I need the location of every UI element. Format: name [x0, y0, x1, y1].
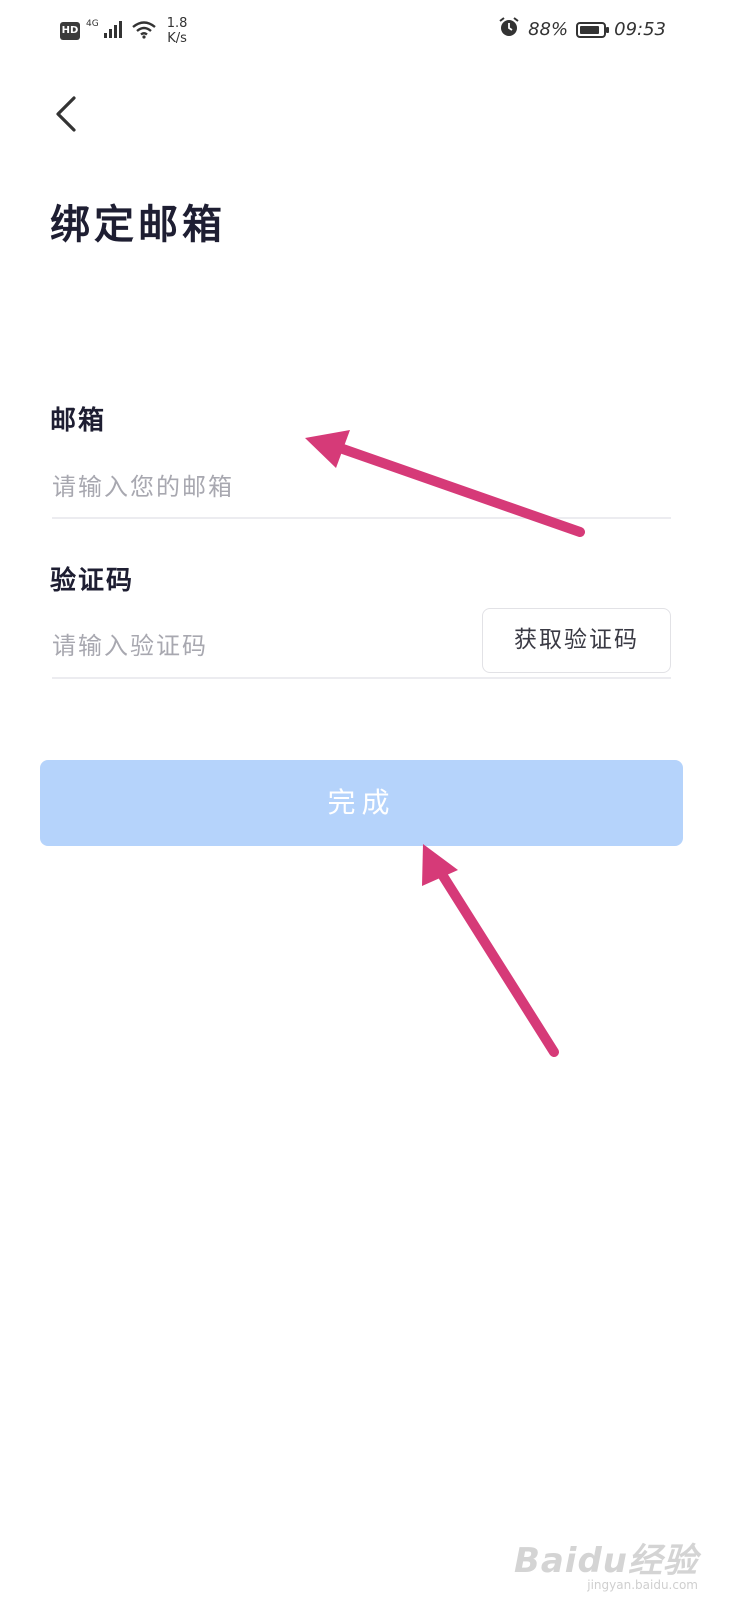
status-left: HD 4G 1.8 K/s: [60, 16, 187, 46]
status-bar: HD 4G 1.8 K/s 88% 09:53: [0, 0, 738, 56]
battery-fill: [580, 25, 600, 34]
alarm-icon: [498, 16, 520, 43]
get-code-button[interactable]: 获取验证码: [482, 608, 671, 673]
wifi-icon: [131, 19, 157, 43]
back-button[interactable]: [44, 90, 92, 138]
battery-icon: [576, 21, 610, 38]
speed-unit: K/s: [167, 31, 187, 46]
speed-value: 1.8: [166, 16, 188, 31]
code-label: 验证码: [50, 566, 135, 596]
code-input[interactable]: [52, 629, 452, 663]
network-type: 4G: [86, 19, 99, 29]
page-title: 绑定邮箱: [50, 202, 226, 248]
signal-icon: [103, 19, 125, 43]
email-label: 邮箱: [50, 406, 107, 436]
code-divider: [52, 677, 671, 679]
email-divider: [52, 517, 671, 519]
email-input[interactable]: [52, 470, 612, 504]
hd-badge: HD: [60, 22, 80, 40]
clock: 09:53: [614, 19, 666, 40]
arrow-to-submit-button: [422, 844, 559, 1057]
chevron-left-icon: [56, 96, 76, 132]
battery-percent: 88%: [528, 19, 569, 40]
baidu-watermark: Baidu经验 jingyan.baidu.com: [514, 1533, 698, 1592]
submit-button[interactable]: 完成: [40, 760, 683, 846]
network-speed: 1.8 K/s: [167, 16, 188, 46]
watermark-brand: Baidu经验: [513, 1541, 698, 1581]
status-right: 88% 09:53: [498, 16, 666, 43]
